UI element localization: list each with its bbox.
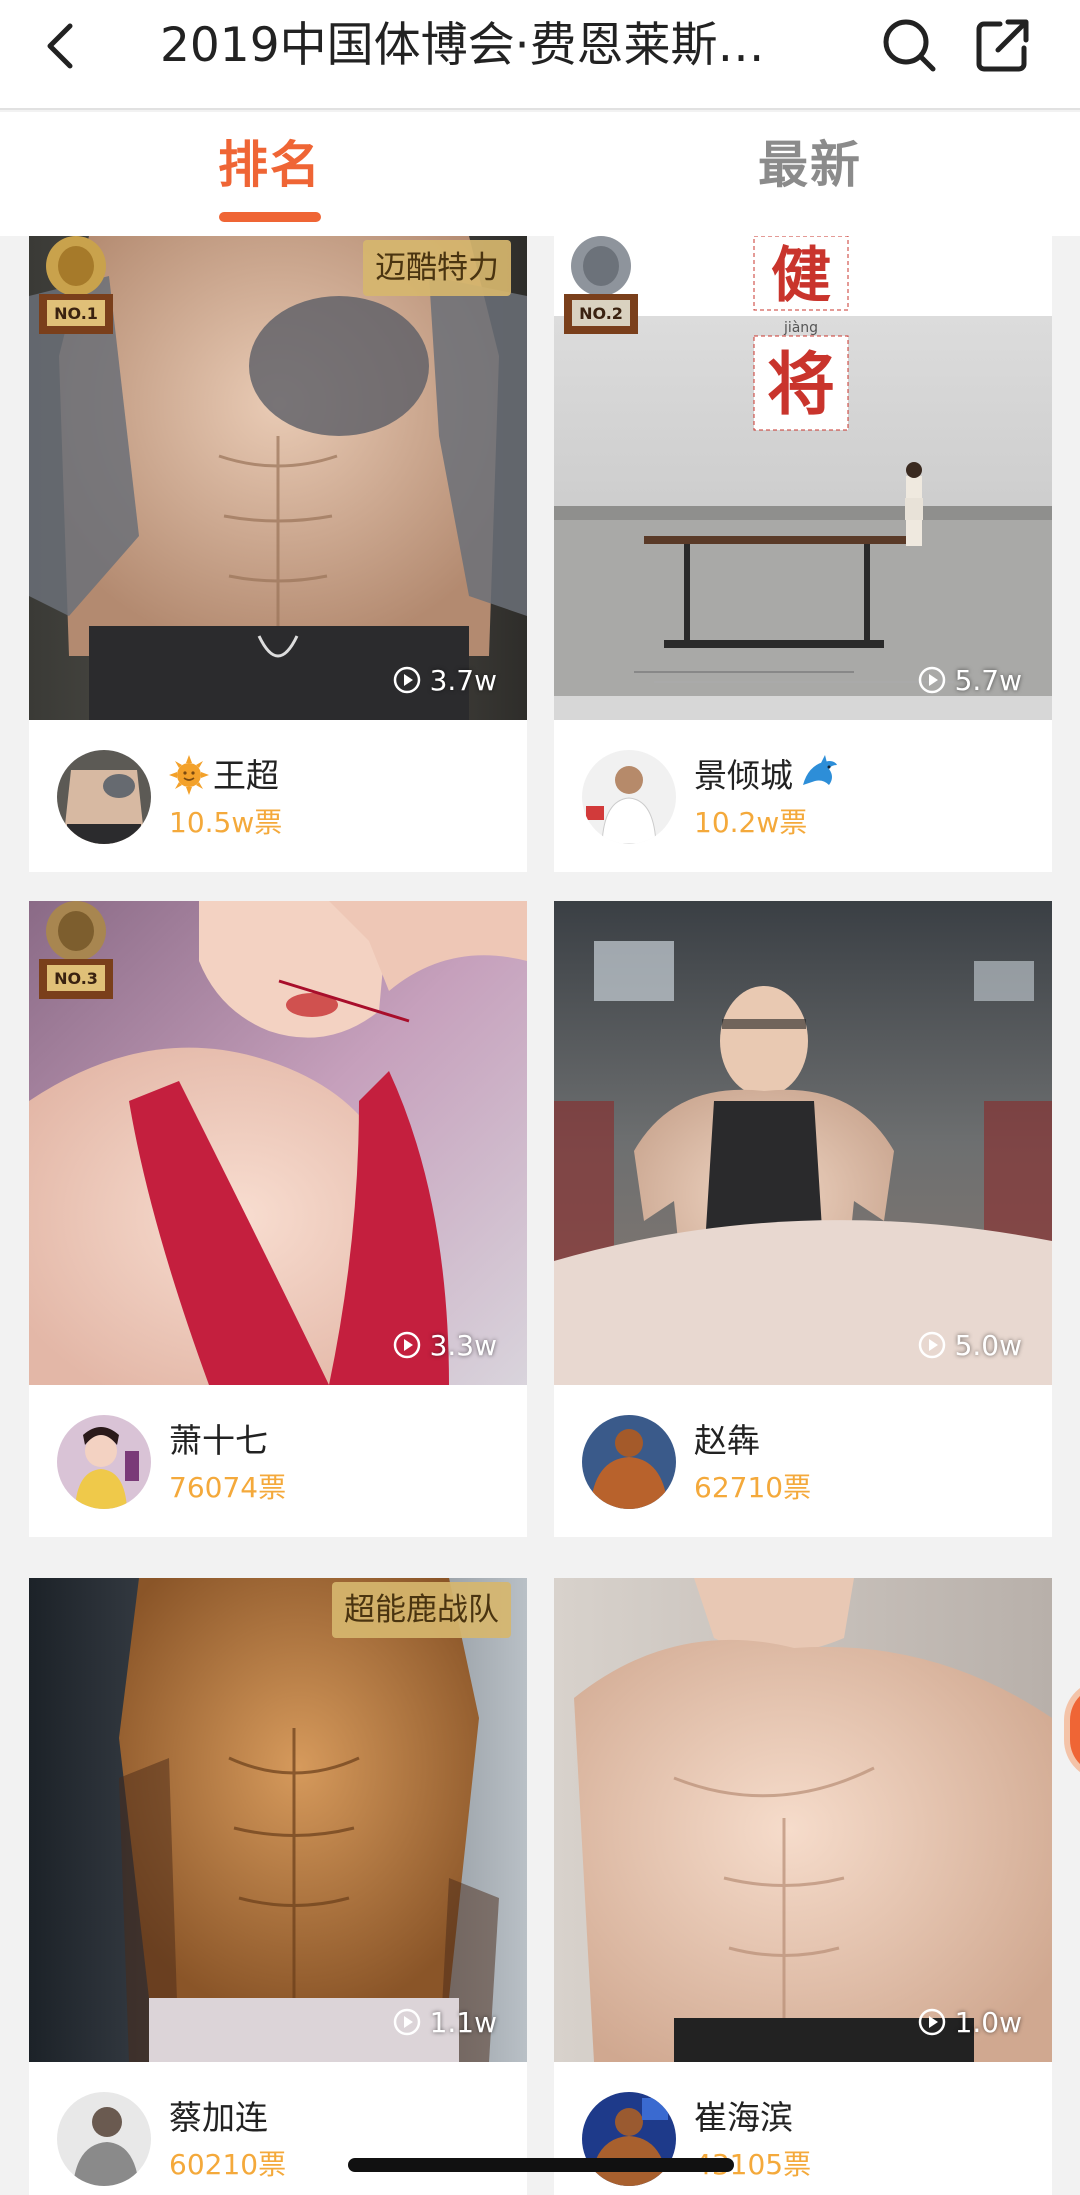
- view-count: 5.7w: [917, 662, 1022, 698]
- entry-info: 王超 10.5w票: [29, 720, 527, 872]
- entry-name: 萧十七: [169, 1421, 268, 1460]
- home-indicator[interactable]: [348, 2158, 734, 2172]
- play-icon: [918, 666, 945, 694]
- play-icon: [393, 2008, 420, 2036]
- share-button[interactable]: [974, 16, 1032, 74]
- poster-character-1: 健: [771, 241, 831, 311]
- entry-card[interactable]: 健 jiàng 将 NO.2 5.7w 景倾城 10.2w票: [554, 236, 1052, 872]
- view-count-value: 1.1w: [429, 2005, 497, 2039]
- team-badge: 迈酷特力: [363, 240, 511, 296]
- view-count: 1.1w: [392, 2004, 497, 2040]
- view-count-value: 5.7w: [954, 663, 1022, 697]
- play-icon: [918, 2008, 945, 2036]
- active-tab-indicator: [219, 212, 321, 222]
- entry-info: 赵犇 62710票: [554, 1385, 1052, 1537]
- entry-photo[interactable]: 5.0w: [554, 901, 1052, 1385]
- avatar[interactable]: [57, 1415, 151, 1509]
- entry-card[interactable]: 5.0w 赵犇 62710票: [554, 901, 1052, 1537]
- view-count-value: 3.7w: [429, 663, 497, 697]
- entry-card[interactable]: NO.1 迈酷特力 3.7w 王超 10.5w票: [29, 236, 527, 872]
- avatar[interactable]: [582, 1415, 676, 1509]
- entry-photo[interactable]: NO.3 3.3w: [29, 901, 527, 1385]
- entry-card[interactable]: 1.0w 崔海滨 43105票: [554, 1578, 1052, 2195]
- poster-pinyin: jiàng: [783, 320, 818, 336]
- share-icon: [976, 19, 1029, 72]
- sun-emoji-icon: [169, 755, 209, 795]
- dolphin-emoji-icon: [803, 755, 837, 785]
- rank-medal-icon: NO.3: [39, 901, 113, 999]
- entry-name: 蔡加连: [169, 2098, 268, 2137]
- view-count-value: 3.3w: [429, 1328, 497, 1362]
- team-badge: 超能鹿战队: [332, 1582, 511, 1638]
- entry-name: 崔海滨: [694, 2098, 793, 2137]
- view-count: 1.0w: [917, 2004, 1022, 2040]
- entry-photo[interactable]: 健 jiàng 将 NO.2 5.7w: [554, 236, 1052, 720]
- vote-count: 62710票: [694, 1471, 812, 1504]
- entry-photo[interactable]: 超能鹿战队 1.1w: [29, 1578, 527, 2062]
- rank-medal-icon: NO.1: [39, 236, 113, 334]
- vote-count: 10.5w票: [169, 806, 283, 839]
- entry-grid: NO.1 迈酷特力 3.7w 王超 10.5w票 健 jiàng 将 NO.2 …: [0, 236, 1080, 2195]
- top-nav-bar: 2019中国体博会·费恩莱斯…: [0, 0, 1080, 110]
- tab-ranking[interactable]: 排名: [190, 130, 350, 200]
- avatar[interactable]: [57, 750, 151, 844]
- view-count: 3.3w: [392, 1327, 497, 1363]
- medal-rank-label: NO.2: [579, 304, 623, 323]
- entry-info: 崔海滨 43105票: [554, 2062, 1052, 2195]
- play-icon: [393, 666, 420, 694]
- entry-photo[interactable]: NO.1 迈酷特力 3.7w: [29, 236, 527, 720]
- vote-count: 60210票: [169, 2148, 287, 2181]
- vote-count: 76074票: [169, 1471, 287, 1504]
- entry-name: 赵犇: [694, 1421, 760, 1460]
- entry-card[interactable]: NO.3 3.3w 萧十七 76074票: [29, 901, 527, 1537]
- entry-info: 萧十七 76074票: [29, 1385, 527, 1537]
- search-icon: [883, 19, 936, 72]
- medal-rank-label: NO.3: [54, 969, 98, 988]
- entry-name: 王超: [169, 754, 279, 798]
- view-count: 5.0w: [917, 1327, 1022, 1363]
- entry-info: 蔡加连 60210票: [29, 2062, 527, 2195]
- rank-medal-icon: NO.2: [564, 236, 638, 334]
- chevron-left-icon: [47, 23, 73, 69]
- tab-bar: 排名 最新: [0, 112, 1080, 236]
- page-title: 2019中国体博会·费恩莱斯…: [160, 18, 765, 73]
- entry-card[interactable]: 超能鹿战队 1.1w 蔡加连 60210票: [29, 1578, 527, 2195]
- avatar[interactable]: [57, 2092, 151, 2186]
- back-button[interactable]: [34, 14, 86, 78]
- vote-count: 10.2w票: [694, 806, 808, 839]
- view-count-value: 1.0w: [954, 2005, 1022, 2039]
- play-icon: [393, 1331, 420, 1359]
- poster-character-2: 将: [767, 345, 835, 425]
- tab-latest[interactable]: 最新: [730, 130, 890, 200]
- search-button[interactable]: [880, 16, 938, 74]
- avatar[interactable]: [582, 750, 676, 844]
- view-count-value: 5.0w: [954, 1328, 1022, 1362]
- entry-photo[interactable]: 1.0w: [554, 1578, 1052, 2062]
- play-icon: [918, 1331, 945, 1359]
- entry-name: 景倾城: [694, 754, 841, 798]
- medal-rank-label: NO.1: [54, 304, 98, 323]
- view-count: 3.7w: [392, 662, 497, 698]
- entry-info: 景倾城 10.2w票: [554, 720, 1052, 872]
